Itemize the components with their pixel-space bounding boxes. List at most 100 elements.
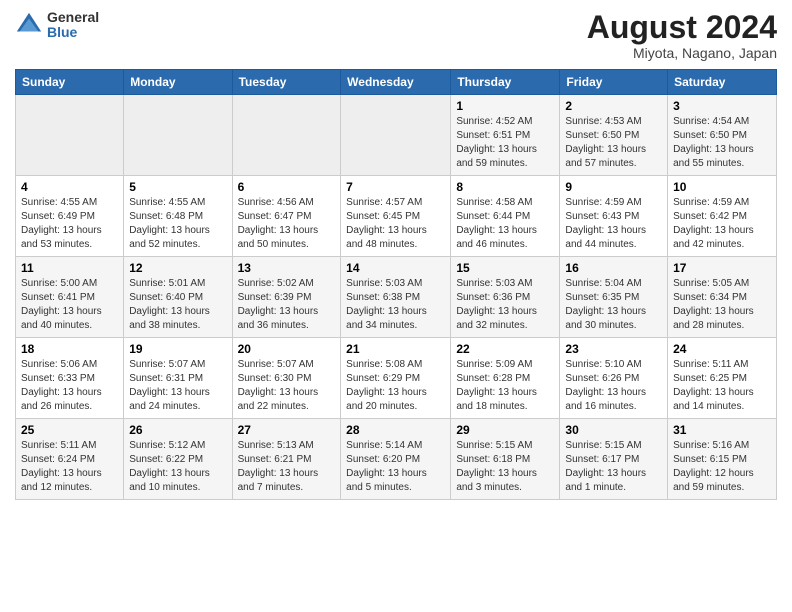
day-info: Sunrise: 4:53 AM Sunset: 6:50 PM Dayligh… [565,115,662,171]
calendar-cell: 27Sunrise: 5:13 AM Sunset: 6:21 PM Dayli… [232,419,341,500]
day-info: Sunrise: 5:14 AM Sunset: 6:20 PM Dayligh… [346,439,445,495]
calendar-cell: 1 Sunrise: 4:52 AM Sunset: 6:51 PM Daylig… [451,95,560,176]
day-number: 28 [346,423,445,437]
calendar-cell: 6Sunrise: 4:56 AM Sunset: 6:47 PM Daylig… [232,176,341,257]
location-subtitle: Miyota, Nagano, Japan [587,45,777,61]
calendar-header-row: SundayMondayTuesdayWednesdayThursdayFrid… [16,70,777,95]
day-info: Sunrise: 5:02 AM Sunset: 6:39 PM Dayligh… [238,277,336,333]
calendar-cell: 5 Sunrise: 4:55 AM Sunset: 6:48 PM Daylig… [124,176,232,257]
day-of-week-header: Sunday [16,70,124,95]
calendar-cell: 10 Sunrise: 4:59 AM Sunset: 6:42 PM Dayli… [668,176,777,257]
day-number: 29 [456,423,554,437]
day-number: 10 [673,180,771,194]
day-info: Sunrise: 4:55 AM Sunset: 6:48 PM Dayligh… [129,196,226,252]
day-info: Sunrise: 4:59 AM Sunset: 6:42 PM Dayligh… [673,196,771,252]
day-info: Sunrise: 5:08 AM Sunset: 6:29 PM Dayligh… [346,358,445,414]
day-number: 21 [346,342,445,356]
calendar-cell: 22 Sunrise: 5:09 AM Sunset: 6:28 PM Dayli… [451,338,560,419]
day-number: 26 [129,423,226,437]
day-number: 5 [129,180,226,194]
calendar-cell: 13 Sunrise: 5:02 AM Sunset: 6:39 PM Dayli… [232,257,341,338]
calendar-cell: 16 Sunrise: 5:04 AM Sunset: 6:35 PM Dayli… [560,257,668,338]
day-number: 17 [673,261,771,275]
calendar-cell: 14Sunrise: 5:03 AM Sunset: 6:38 PM Dayli… [341,257,451,338]
title-block: August 2024 Miyota, Nagano, Japan [587,10,777,61]
day-info: Sunrise: 4:58 AM Sunset: 6:44 PM Dayligh… [456,196,554,252]
day-info: Sunrise: 5:13 AM Sunset: 6:21 PM Dayligh… [238,439,336,495]
day-number: 15 [456,261,554,275]
day-info: Sunrise: 5:05 AM Sunset: 6:34 PM Dayligh… [673,277,771,333]
calendar-cell: 26Sunrise: 5:12 AM Sunset: 6:22 PM Dayli… [124,419,232,500]
calendar-cell: 20 Sunrise: 5:07 AM Sunset: 6:30 PM Dayli… [232,338,341,419]
day-number: 1 [456,99,554,113]
calendar-cell: 8 Sunrise: 4:58 AM Sunset: 6:44 PM Daylig… [451,176,560,257]
day-number: 8 [456,180,554,194]
day-info: Sunrise: 4:57 AM Sunset: 6:45 PM Dayligh… [346,196,445,252]
day-number: 3 [673,99,771,113]
day-info: Sunrise: 5:07 AM Sunset: 6:30 PM Dayligh… [238,358,336,414]
day-number: 19 [129,342,226,356]
day-number: 31 [673,423,771,437]
calendar-cell: 2Sunrise: 4:53 AM Sunset: 6:50 PM Daylig… [560,95,668,176]
day-number: 14 [346,261,445,275]
calendar-cell: 29 Sunrise: 5:15 AM Sunset: 6:18 PM Dayli… [451,419,560,500]
calendar-cell: 25 Sunrise: 5:11 AM Sunset: 6:24 PM Dayli… [16,419,124,500]
day-number: 22 [456,342,554,356]
calendar-week-row: 4 Sunrise: 4:55 AM Sunset: 6:49 PM Daylig… [16,176,777,257]
page-header: General Blue August 2024 Miyota, Nagano,… [15,10,777,61]
day-number: 30 [565,423,662,437]
day-of-week-header: Friday [560,70,668,95]
calendar-cell: 24 Sunrise: 5:11 AM Sunset: 6:25 PM Dayli… [668,338,777,419]
day-info: Sunrise: 5:09 AM Sunset: 6:28 PM Dayligh… [456,358,554,414]
logo-icon [15,11,43,39]
calendar-cell: 28 Sunrise: 5:14 AM Sunset: 6:20 PM Dayli… [341,419,451,500]
day-info: Sunrise: 5:11 AM Sunset: 6:25 PM Dayligh… [673,358,771,414]
calendar-cell: 19 Sunrise: 5:07 AM Sunset: 6:31 PM Dayli… [124,338,232,419]
calendar-cell [232,95,341,176]
day-of-week-header: Tuesday [232,70,341,95]
day-number: 24 [673,342,771,356]
day-number: 25 [21,423,118,437]
calendar-cell [16,95,124,176]
day-number: 7 [346,180,445,194]
calendar-cell: 4 Sunrise: 4:55 AM Sunset: 6:49 PM Daylig… [16,176,124,257]
day-info: Sunrise: 4:52 AM Sunset: 6:51 PM Dayligh… [456,115,554,171]
calendar-cell: 31 Sunrise: 5:16 AM Sunset: 6:15 PM Dayli… [668,419,777,500]
day-info: Sunrise: 5:10 AM Sunset: 6:26 PM Dayligh… [565,358,662,414]
day-of-week-header: Saturday [668,70,777,95]
calendar-week-row: 25 Sunrise: 5:11 AM Sunset: 6:24 PM Dayli… [16,419,777,500]
day-number: 20 [238,342,336,356]
calendar-cell [124,95,232,176]
calendar-cell: 7 Sunrise: 4:57 AM Sunset: 6:45 PM Daylig… [341,176,451,257]
day-info: Sunrise: 4:59 AM Sunset: 6:43 PM Dayligh… [565,196,662,252]
day-of-week-header: Monday [124,70,232,95]
day-info: Sunrise: 5:11 AM Sunset: 6:24 PM Dayligh… [21,439,118,495]
calendar-cell: 12Sunrise: 5:01 AM Sunset: 6:40 PM Dayli… [124,257,232,338]
day-number: 12 [129,261,226,275]
day-info: Sunrise: 5:03 AM Sunset: 6:36 PM Dayligh… [456,277,554,333]
day-of-week-header: Thursday [451,70,560,95]
logo-blue: Blue [47,25,99,40]
calendar-week-row: 11 Sunrise: 5:00 AM Sunset: 6:41 PM Dayli… [16,257,777,338]
day-of-week-header: Wednesday [341,70,451,95]
day-info: Sunrise: 5:00 AM Sunset: 6:41 PM Dayligh… [21,277,118,333]
logo-general: General [47,10,99,25]
calendar-week-row: 1 Sunrise: 4:52 AM Sunset: 6:51 PM Daylig… [16,95,777,176]
day-info: Sunrise: 5:04 AM Sunset: 6:35 PM Dayligh… [565,277,662,333]
day-info: Sunrise: 5:16 AM Sunset: 6:15 PM Dayligh… [673,439,771,495]
day-number: 11 [21,261,118,275]
calendar-cell: 11 Sunrise: 5:00 AM Sunset: 6:41 PM Dayli… [16,257,124,338]
day-number: 16 [565,261,662,275]
calendar-cell: 9Sunrise: 4:59 AM Sunset: 6:43 PM Daylig… [560,176,668,257]
day-number: 13 [238,261,336,275]
calendar-cell [341,95,451,176]
calendar-table: SundayMondayTuesdayWednesdayThursdayFrid… [15,69,777,500]
day-number: 4 [21,180,118,194]
calendar-cell: 15 Sunrise: 5:03 AM Sunset: 6:36 PM Dayli… [451,257,560,338]
day-info: Sunrise: 5:07 AM Sunset: 6:31 PM Dayligh… [129,358,226,414]
month-year-title: August 2024 [587,10,777,45]
day-info: Sunrise: 4:55 AM Sunset: 6:49 PM Dayligh… [21,196,118,252]
calendar-week-row: 18Sunrise: 5:06 AM Sunset: 6:33 PM Dayli… [16,338,777,419]
day-info: Sunrise: 5:15 AM Sunset: 6:18 PM Dayligh… [456,439,554,495]
day-info: Sunrise: 5:15 AM Sunset: 6:17 PM Dayligh… [565,439,662,495]
